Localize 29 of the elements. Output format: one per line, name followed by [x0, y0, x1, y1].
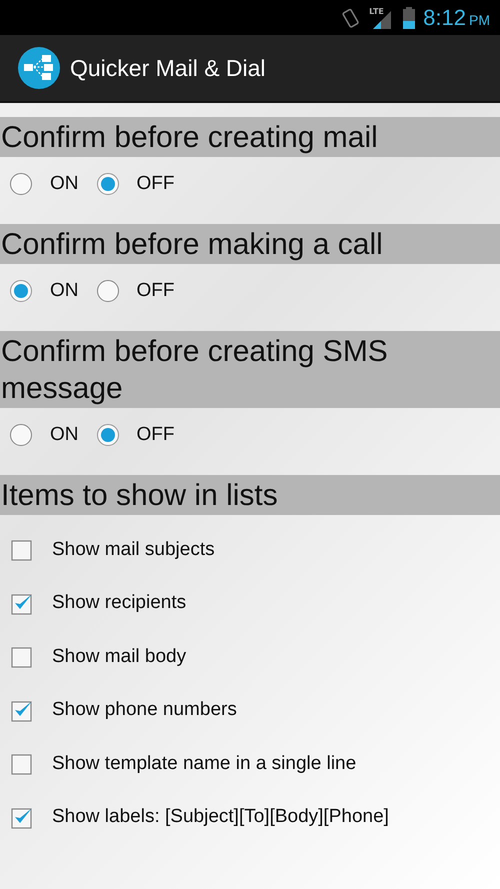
radio-option[interactable]: OFF	[96, 424, 174, 446]
clock-time: 8:12	[423, 4, 466, 30]
section-header: Items to show in lists	[0, 475, 500, 515]
section-header: Confirm before making a call	[0, 224, 500, 264]
radio-option[interactable]: ON	[10, 280, 78, 302]
vibrate-icon	[341, 6, 362, 28]
checkbox-option[interactable]: Show phone numbers	[0, 684, 243, 737]
checkbox-option[interactable]: Show template name in a single line	[0, 737, 362, 790]
checkbox-option[interactable]: Show labels: [Subject][To][Body][Phone]	[0, 790, 395, 844]
checkbox[interactable]	[11, 752, 34, 776]
checkbox[interactable]	[11, 538, 34, 562]
app-title: Quicker Mail & Dial	[70, 54, 266, 82]
app-logo-icon	[18, 47, 60, 89]
checkbox[interactable]	[11, 698, 34, 722]
radio-option[interactable]: ON	[10, 424, 78, 446]
checkbox-option[interactable]: Show mail body	[0, 630, 192, 684]
radio-option[interactable]: ON	[10, 173, 78, 195]
checkbox-option[interactable]: Show mail subjects	[0, 523, 221, 576]
radio-option[interactable]: OFF	[96, 173, 174, 195]
checkbox[interactable]	[11, 645, 34, 668]
checkbox-option[interactable]: Show recipients	[0, 576, 192, 630]
section-header: Confirm before creating SMS message	[0, 331, 500, 408]
clock-period: PM	[469, 12, 490, 28]
battery-icon	[403, 6, 416, 28]
checkbox[interactable]	[11, 592, 34, 615]
checkbox[interactable]	[11, 806, 34, 829]
network-type: LTE	[369, 6, 384, 16]
radio-option[interactable]: OFF	[96, 280, 174, 302]
section-header: Confirm before creating mail	[0, 117, 500, 157]
